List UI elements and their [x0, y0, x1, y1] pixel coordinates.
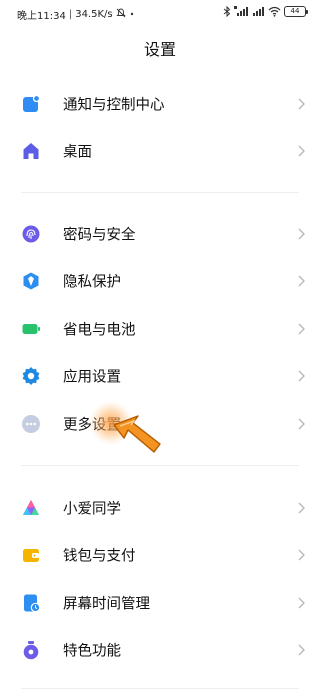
status-separator: | — [68, 9, 73, 20]
chevron-right-icon — [296, 501, 306, 515]
status-time: 晚上11:34 — [17, 11, 66, 22]
settings-item-features[interactable]: 特色功能 — [0, 627, 320, 675]
settings-item-label: 隐私保护 — [63, 274, 121, 291]
screen-time-icon — [21, 593, 41, 613]
bluetooth-icon — [223, 6, 231, 17]
chevron-right-icon — [296, 369, 306, 383]
settings-item-privacy[interactable]: 隐私保护 — [0, 258, 320, 306]
chevron-right-icon — [296, 417, 306, 431]
settings-item-desktop[interactable]: 桌面 — [0, 128, 320, 176]
chevron-right-icon — [296, 274, 306, 288]
settings-item-label: 小爱同学 — [63, 501, 121, 518]
battery-icon — [21, 319, 41, 339]
wifi-icon — [268, 6, 281, 17]
chevron-right-icon — [296, 227, 306, 241]
tap-pointer-icon — [86, 392, 176, 482]
gear-icon — [21, 366, 41, 386]
notification-icon — [21, 94, 41, 114]
feature-icon — [21, 640, 41, 660]
settings-item-notifications[interactable]: 通知与控制中心 — [0, 80, 320, 128]
settings-group-1: 通知与控制中心 桌面 — [0, 80, 320, 175]
status-right: 44 — [223, 6, 308, 17]
privacy-shield-icon — [21, 271, 41, 291]
battery-indicator: 44 — [284, 6, 308, 17]
more-dots-icon — [21, 414, 41, 434]
wallet-icon — [21, 545, 41, 565]
chevron-right-icon — [296, 548, 306, 562]
settings-item-xiaoai[interactable]: 小爱同学 — [0, 484, 320, 532]
mute-bell-icon — [116, 8, 126, 21]
status-bar: 晚上11:34 | 34.5K/s 44 — [0, 0, 320, 28]
chevron-right-icon — [296, 643, 306, 657]
settings-item-label: 桌面 — [63, 144, 92, 161]
settings-item-label: 特色功能 — [63, 643, 121, 660]
chevron-right-icon — [296, 144, 306, 158]
settings-item-label: 屏幕时间管理 — [63, 596, 150, 613]
section-divider — [21, 192, 299, 193]
network-speed: 34.5K/s — [75, 9, 113, 20]
chevron-right-icon — [296, 322, 306, 336]
section-divider — [21, 688, 299, 689]
dot-icon — [129, 9, 135, 20]
page-title: 设置 — [143, 40, 176, 59]
xiaoai-icon — [21, 498, 41, 518]
settings-item-battery[interactable]: 省电与电池 — [0, 305, 320, 353]
settings-item-wallet[interactable]: 钱包与支付 — [0, 532, 320, 580]
settings-item-label: 应用设置 — [63, 369, 121, 386]
fingerprint-icon — [21, 224, 41, 244]
settings-item-password-security[interactable]: 密码与安全 — [0, 210, 320, 258]
settings-item-label: 密码与安全 — [63, 227, 136, 244]
settings-item-screen-time[interactable]: 屏幕时间管理 — [0, 579, 320, 627]
chevron-right-icon — [296, 596, 306, 610]
chevron-right-icon — [296, 97, 306, 111]
settings-group-3: 小爱同学 钱包与支付 屏幕时间管理 特色功能 — [0, 484, 320, 674]
signal-icon — [252, 6, 265, 17]
home-icon — [21, 141, 41, 161]
settings-item-label: 钱包与支付 — [63, 548, 136, 565]
settings-item-label: 省电与电池 — [63, 322, 136, 339]
settings-item-label: 通知与控制中心 — [63, 97, 165, 114]
signal-hd-icon — [234, 6, 249, 17]
status-left: 晚上11:34 | 34.5K/s — [17, 7, 135, 22]
